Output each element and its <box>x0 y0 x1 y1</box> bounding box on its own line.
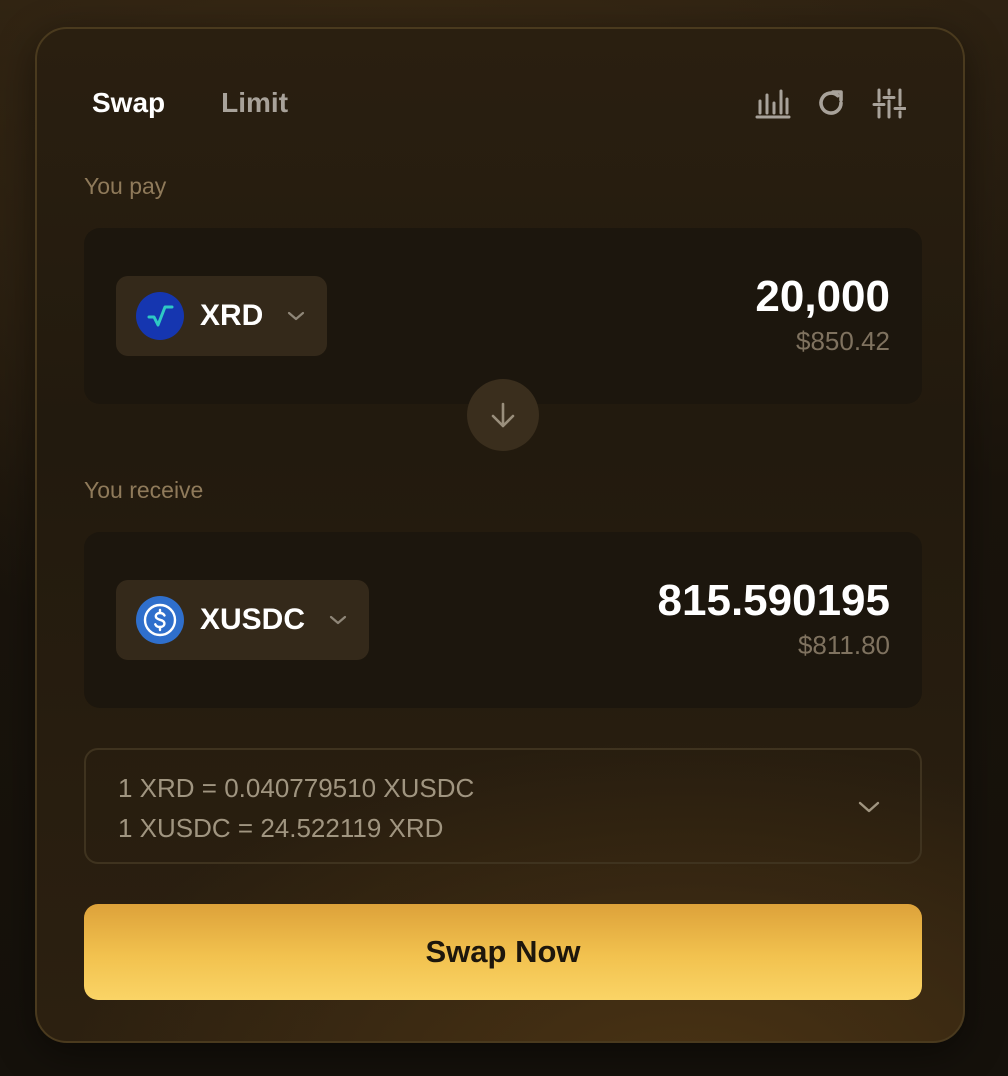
receive-label: You receive <box>84 477 204 503</box>
chart-button[interactable] <box>755 85 791 121</box>
usdc-logo-icon <box>136 596 184 644</box>
chevron-down-icon <box>856 794 882 820</box>
switch-direction-button[interactable] <box>467 379 539 451</box>
arrow-down-icon <box>491 402 515 428</box>
pay-token-selector[interactable]: XRD <box>116 276 328 356</box>
receive-amount-input[interactable] <box>510 576 890 626</box>
sliders-icon <box>872 88 906 119</box>
refresh-button[interactable] <box>813 85 849 121</box>
pay-label: You pay <box>84 173 167 199</box>
refresh-icon <box>819 90 843 115</box>
receive-amount-group: $811.80 <box>510 576 890 661</box>
pay-fiat-value: $850.42 <box>796 326 890 356</box>
rate-line-inverse: 1 XUSDC = 24.522119 XRD <box>118 813 444 843</box>
settings-button[interactable] <box>871 85 907 121</box>
pay-token-symbol: XRD <box>200 299 264 332</box>
tab-swap[interactable]: Swap <box>92 87 165 119</box>
bar-chart-icon <box>755 89 791 119</box>
pay-panel: XRD $850.42 <box>84 228 922 404</box>
pay-amount-input[interactable] <box>510 272 890 322</box>
toolbar <box>755 85 907 121</box>
pay-amount-group: $850.42 <box>510 272 890 357</box>
tab-bar: Swap Limit <box>92 87 288 119</box>
receive-token-symbol: XUSDC <box>200 603 306 636</box>
receive-token-selector[interactable]: XUSDC <box>116 580 370 660</box>
rate-details[interactable]: 1 XRD = 0.040779510 XUSDC 1 XUSDC = 24.5… <box>84 748 922 864</box>
receive-fiat-value: $811.80 <box>797 630 890 660</box>
chevron-down-icon <box>285 305 307 327</box>
chevron-down-icon <box>327 609 349 631</box>
receive-panel: XUSDC $811.80 <box>84 532 922 708</box>
rate-line-forward: 1 XRD = 0.040779510 XUSDC <box>118 773 475 803</box>
tab-limit[interactable]: Limit <box>221 87 288 119</box>
xrd-logo-icon <box>136 292 184 340</box>
swap-now-button[interactable]: Swap Now <box>84 904 922 1000</box>
swap-card: Swap Limit You pay XRD 20,000 $850.42 Yo… <box>35 27 965 1043</box>
